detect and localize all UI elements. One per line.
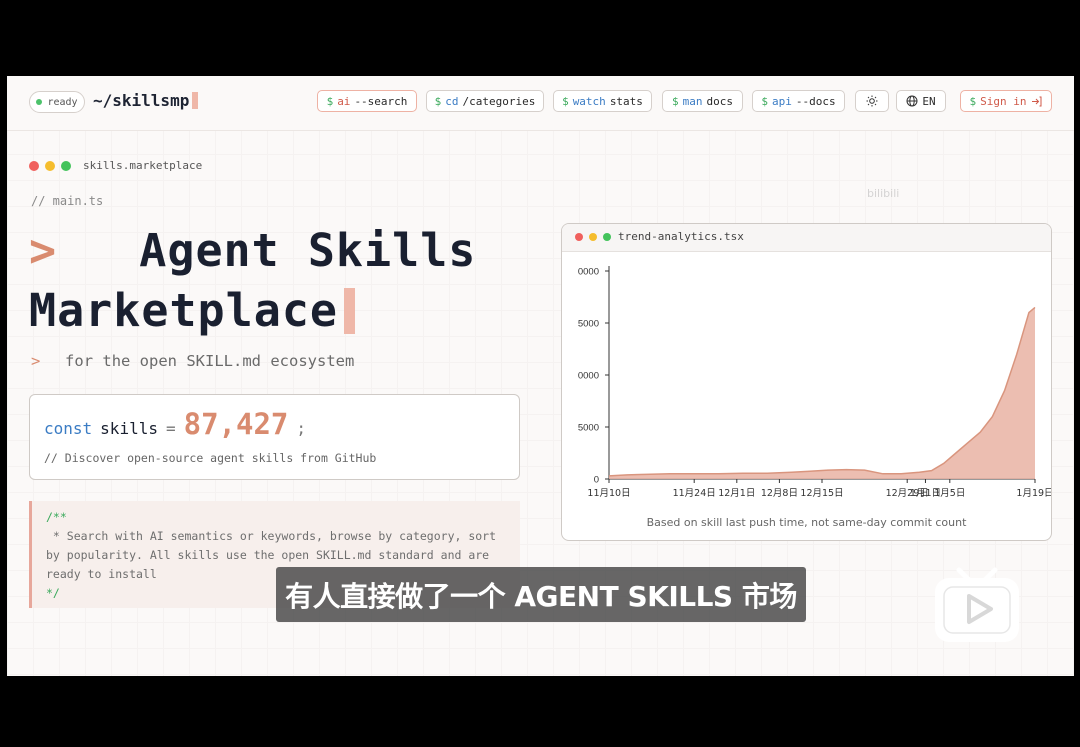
brand-name: ~/skillsmp — [93, 91, 190, 110]
minimize-dot-icon[interactable] — [45, 161, 55, 171]
theme-toggle-button[interactable] — [855, 90, 889, 112]
skills-count: 87,427 — [183, 407, 289, 441]
x-tick-label: 1月5日 — [934, 488, 965, 499]
command-keyword: ai — [337, 94, 351, 108]
sign-in-label: Sign in — [980, 94, 1027, 108]
login-arrow-icon — [1032, 96, 1042, 106]
x-tick-label: 12月8日 — [761, 488, 798, 499]
x-tick-label: 12月15日 — [800, 488, 843, 499]
x-tick-label: 11月10日 — [587, 488, 630, 499]
title-prompt: > — [29, 224, 58, 277]
trend-chart-card: trend-analytics.tsx 0 5000 0000 5000 0000 11月… — [561, 223, 1052, 541]
dollar-prompt: $ — [672, 94, 679, 108]
file-comment: // main.ts — [31, 194, 104, 208]
command-arg: stats — [609, 94, 643, 108]
watermark: bilibili — [867, 187, 900, 200]
x-tick-label: 1月19日 — [1016, 488, 1051, 499]
skills-count-line: const skills = 87,427 ; — [44, 407, 306, 441]
const-keyword: const — [44, 419, 93, 438]
language-label: EN — [922, 94, 936, 108]
sign-in-button[interactable]: $ Sign in — [960, 90, 1052, 112]
y-tick-label: 5000 — [578, 319, 599, 330]
status-badge: ready — [29, 91, 85, 113]
dollar-prompt: $ — [326, 94, 334, 108]
maximize-dot-icon — [603, 233, 611, 241]
y-tick-label: 0 — [594, 475, 599, 486]
command-keyword: watch — [572, 94, 606, 108]
dollar-prompt: $ — [761, 94, 768, 108]
skills-count-card: const skills = 87,427 ; // Discover open… — [29, 394, 520, 480]
nav-stats-button[interactable]: $ watch stats — [553, 90, 652, 112]
cursor-block-icon — [344, 287, 356, 334]
nav-api-docs-button[interactable]: $ api --docs — [752, 90, 845, 112]
y-tick-label: 0000 — [578, 371, 599, 382]
status-dot-icon — [36, 99, 43, 105]
series-area — [609, 307, 1035, 479]
skills-count-comment: // Discover open-source agent skills fro… — [44, 451, 377, 465]
doc-line-2: by popularity. All skills use the open S… — [46, 548, 490, 562]
command-arg: --search — [354, 94, 408, 108]
bilibili-tv-icon — [935, 567, 1019, 642]
top-nav: ready ~/skillsmp $ ai --search $ cd /cat… — [7, 76, 1074, 131]
equals-sign: = — [165, 419, 176, 438]
nav-docs-button[interactable]: $ man docs — [662, 90, 743, 112]
minimize-dot-icon — [589, 233, 597, 241]
x-tick-label: 12月1日 — [718, 488, 755, 499]
chart-caption: Based on skill last push time, not same-… — [646, 516, 967, 529]
command-keyword: cd — [445, 94, 459, 108]
title-text-2: Marketplace — [29, 284, 339, 337]
doc-line-1: * Search with AI semantics or keywords, … — [46, 529, 497, 543]
semicolon: ; — [296, 419, 307, 438]
y-tick-label: 5000 — [578, 423, 599, 434]
dollar-prompt: $ — [562, 94, 569, 108]
status-label: ready — [47, 96, 78, 108]
chart-title: trend-analytics.tsx — [618, 230, 744, 243]
title-text-1: Agent Skills — [139, 224, 477, 277]
dollar-prompt: $ — [969, 94, 977, 108]
terminal-title: skills.marketplace — [83, 159, 203, 172]
command-arg: --docs — [795, 94, 836, 108]
page-subtitle: > for the open SKILL.md ecosystem — [31, 352, 354, 370]
maximize-dot-icon[interactable] — [61, 161, 71, 171]
dollar-prompt: $ — [434, 94, 442, 108]
command-arg: docs — [706, 94, 734, 108]
close-dot-icon[interactable] — [29, 161, 39, 171]
command-arg: /categories — [462, 94, 536, 108]
subtitle-prompt: > — [31, 352, 41, 370]
language-button[interactable]: EN — [896, 90, 946, 112]
cursor-icon — [192, 92, 199, 109]
brand-logo[interactable]: ~/skillsmp — [93, 91, 199, 110]
x-tick-label: 11月24日 — [673, 488, 716, 499]
y-tick-label: 0000 — [578, 267, 599, 278]
page-title-line1: > Agent Skills — [29, 224, 476, 277]
nav-categories-button[interactable]: $ cd /categories — [426, 90, 544, 112]
chart-header: trend-analytics.tsx — [562, 224, 1051, 252]
variable-name: skills — [100, 419, 158, 438]
nav-ai-search-button[interactable]: $ ai --search — [317, 90, 417, 112]
close-dot-icon — [575, 233, 583, 241]
command-keyword: api — [772, 94, 792, 108]
video-subtitle: 有人直接做了一个 AGENT SKILLS 市场 — [276, 567, 806, 622]
subtitle-text: for the open SKILL.md ecosystem — [65, 352, 355, 370]
globe-icon — [906, 95, 918, 107]
page-title-line2: Marketplace — [29, 284, 356, 337]
window-controls — [29, 161, 71, 171]
sun-icon — [866, 95, 878, 107]
command-keyword: man — [682, 94, 703, 108]
trend-area-chart: 0500000005000000011月10日 11月24日 12月1日 12月8日 1… — [578, 266, 1051, 499]
doc-open: /** — [46, 510, 67, 524]
chart-window-controls — [575, 233, 611, 241]
